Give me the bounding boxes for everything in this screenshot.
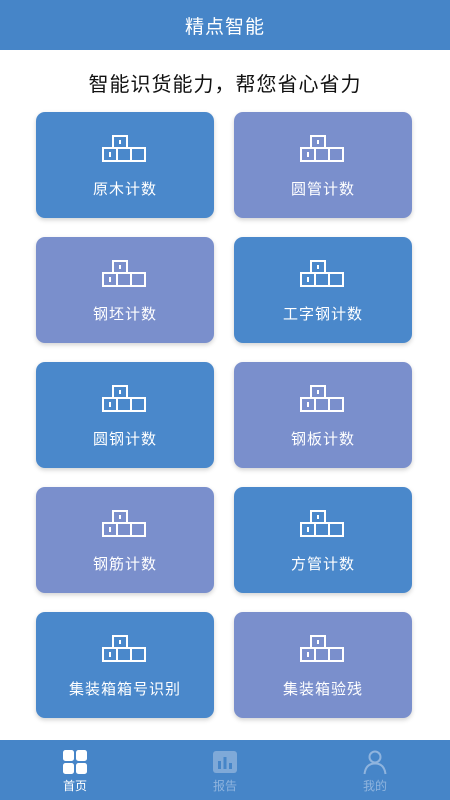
tab-report[interactable]: 报告 [150, 740, 300, 800]
tab-home[interactable]: 首页 [0, 740, 150, 800]
card-square-pipe-count[interactable]: 方管计数 [234, 487, 412, 593]
card-label: 集装箱验残 [282, 680, 363, 698]
card-round-pipe-count[interactable]: 圆管计数 [234, 112, 412, 218]
card-label: 原木计数 [92, 180, 157, 198]
boxes-icon [300, 260, 344, 287]
card-label: 方管计数 [290, 555, 355, 573]
card-container-number-recognition[interactable]: 集装箱箱号识别 [36, 612, 214, 718]
boxes-icon [300, 135, 344, 162]
boxes-icon [300, 635, 344, 662]
tab-label: 我的 [362, 779, 387, 793]
card-steel-plate-count[interactable]: 钢板计数 [234, 362, 412, 468]
boxes-icon [102, 135, 146, 162]
person-icon [363, 750, 387, 775]
tab-mine[interactable]: 我的 [300, 740, 450, 800]
card-label: 钢坯计数 [92, 305, 157, 323]
feature-grid: 原木计数 圆管计数 钢坯计数 工字钢计数 圆钢计数 钢板计数 钢筋计数 方管计数… [0, 0, 450, 740]
card-label: 圆管计数 [290, 180, 355, 198]
card-round-steel-count[interactable]: 圆钢计数 [36, 362, 214, 468]
card-i-beam-count[interactable]: 工字钢计数 [234, 237, 412, 343]
card-container-damage-inspection[interactable]: 集装箱验残 [234, 612, 412, 718]
card-label: 钢筋计数 [92, 555, 157, 573]
tab-label: 报告 [212, 779, 237, 793]
grid-icon [63, 750, 87, 774]
card-label: 圆钢计数 [92, 430, 157, 448]
card-label: 工字钢计数 [282, 305, 363, 323]
card-label: 集装箱箱号识别 [68, 680, 181, 698]
boxes-icon [102, 635, 146, 662]
boxes-icon [300, 385, 344, 412]
card-label: 钢板计数 [290, 430, 355, 448]
boxes-icon [102, 260, 146, 287]
bar-chart-icon [213, 751, 237, 773]
card-log-count[interactable]: 原木计数 [36, 112, 214, 218]
boxes-icon [102, 385, 146, 412]
boxes-icon [300, 510, 344, 537]
tab-label: 首页 [62, 779, 87, 793]
card-billet-count[interactable]: 钢坯计数 [36, 237, 214, 343]
bottom-tab-bar: 首页 报告 我的 [0, 740, 450, 800]
boxes-icon [102, 510, 146, 537]
card-rebar-count[interactable]: 钢筋计数 [36, 487, 214, 593]
